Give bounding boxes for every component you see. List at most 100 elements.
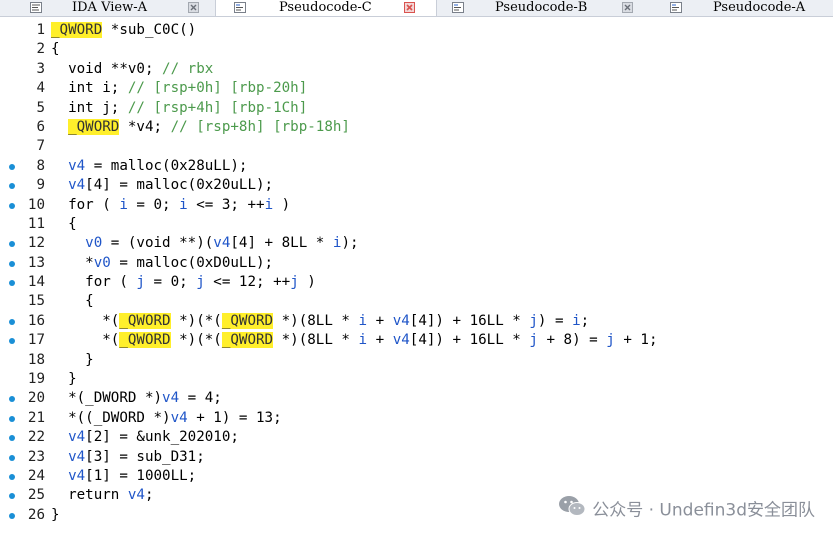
close-icon[interactable]: [622, 2, 633, 13]
code-highlight: _QWORD: [119, 312, 171, 329]
code-text: *(: [51, 312, 120, 329]
code-source[interactable]: {: [51, 40, 60, 59]
code-source[interactable]: v4[3] = sub_D31;: [51, 448, 205, 467]
code-source[interactable]: _QWORD *sub_C0C(): [51, 21, 196, 40]
code-line[interactable]: 1 _QWORD *sub_C0C(): [0, 21, 833, 40]
code-variable: v4: [51, 157, 86, 174]
code-source[interactable]: {: [51, 292, 94, 311]
code-line[interactable]: 8 v4 = malloc(0x28uLL);: [0, 157, 833, 176]
code-line[interactable]: 9 v4[4] = malloc(0x20uLL);: [0, 176, 833, 195]
code-line[interactable]: 16 *(_QWORD *)(*(_QWORD *)(8LL * i + v4[…: [0, 312, 833, 331]
line-number: 9: [36, 177, 45, 194]
code-text: [4]) + 16LL *: [409, 332, 530, 349]
code-text: ;: [580, 312, 590, 329]
tab-pseudocode-c[interactable]: Pseudocode-C: [215, 0, 437, 16]
line-number: 5: [36, 99, 45, 116]
code-line[interactable]: 21 *((_DWORD *)v4 + 1) = 13;: [0, 409, 833, 428]
code-variable: v4: [51, 429, 86, 446]
code-text: +: [367, 332, 393, 349]
disassembly-icon: [30, 2, 42, 13]
code-variable: v4: [51, 467, 86, 484]
code-line[interactable]: 24 v4[1] = 1000LL;: [0, 467, 833, 486]
code-text: {: [51, 215, 77, 232]
code-variable: v4: [213, 235, 231, 252]
code-line[interactable]: 15 {: [0, 292, 833, 311]
code-variable: v4: [51, 177, 86, 194]
code-text: [3] = sub_D31;: [85, 448, 205, 465]
code-source[interactable]: *(_QWORD *)(*(_QWORD *)(8LL * i + v4[4])…: [51, 312, 589, 331]
code-source[interactable]: for ( j = 0; j <= 12; ++j ): [51, 273, 316, 292]
code-text: + 1) = 13;: [187, 409, 282, 426]
pseudocode-icon: [234, 2, 246, 13]
code-line[interactable]: 5 int j; // [rsp+4h] [rbp-1Ch]: [0, 99, 833, 118]
pseudocode-icon: [452, 2, 464, 13]
code-text: void **v0;: [51, 60, 163, 77]
code-line[interactable]: 2{: [0, 40, 833, 59]
line-number: 17: [27, 332, 45, 349]
close-icon[interactable]: [188, 2, 199, 13]
code-source[interactable]: {: [51, 215, 77, 234]
code-source[interactable]: void **v0; // rbx: [51, 60, 213, 79]
code-line[interactable]: 10 for ( i = 0; i <= 3; ++i ): [0, 196, 833, 215]
code-line[interactable]: 20 *(_DWORD *)v4 = 4;: [0, 389, 833, 408]
code-source[interactable]: *((_DWORD *)v4 + 1) = 13;: [51, 409, 282, 428]
code-source[interactable]: *(_DWORD *)v4 = 4;: [51, 389, 222, 408]
code-line[interactable]: 6 _QWORD *v4; // [rsp+8h] [rbp-18h]: [0, 118, 833, 137]
code-source[interactable]: int j; // [rsp+4h] [rbp-1Ch]: [51, 99, 307, 118]
tab-pseudocode-b[interactable]: Pseudocode-B: [436, 0, 643, 16]
code-variable: j: [136, 274, 145, 291]
code-source[interactable]: v4 = malloc(0x28uLL);: [51, 157, 247, 176]
code-highlight: _QWORD: [51, 22, 103, 38]
line-number: 24: [27, 467, 45, 484]
close-icon[interactable]: [404, 2, 415, 13]
code-source[interactable]: }: [51, 506, 60, 525]
code-text: int j;: [51, 99, 128, 116]
code-source[interactable]: *v0 = malloc(0xD0uLL);: [51, 254, 273, 273]
tab-ida-view-a[interactable]: IDA View-A: [0, 0, 215, 16]
code-line[interactable]: 23 v4[3] = sub_D31;: [0, 448, 833, 467]
code-text: int i;: [51, 80, 128, 97]
code-line[interactable]: 11 {: [0, 215, 833, 234]
code-source[interactable]: _QWORD *v4; // [rsp+8h] [rbp-18h]: [51, 118, 350, 137]
code-line[interactable]: 17 *(_QWORD *)(*(_QWORD *)(8LL * i + v4[…: [0, 331, 833, 350]
code-text: {: [51, 41, 60, 58]
code-line[interactable]: 7: [0, 137, 833, 156]
code-text: *)(*(: [170, 332, 222, 349]
watermark-text: 公众号 · Undefin3d安全团队: [592, 500, 815, 521]
code-source[interactable]: int i; // [rsp+0h] [rbp-20h]: [51, 79, 307, 98]
code-text: );: [341, 235, 359, 252]
code-highlight: _QWORD: [221, 312, 274, 329]
code-source[interactable]: for ( i = 0; i <= 3; ++i ): [51, 196, 290, 215]
code-source[interactable]: return v4;: [51, 486, 153, 505]
code-line[interactable]: 3 void **v0; // rbx: [0, 60, 833, 79]
code-text: *(: [51, 332, 120, 349]
code-comment: // rbx: [162, 60, 214, 77]
code-line[interactable]: 13 *v0 = malloc(0xD0uLL);: [0, 254, 833, 273]
line-number: 11: [27, 215, 45, 232]
wechat-icon: [558, 495, 586, 526]
code-line[interactable]: 4 int i; // [rsp+0h] [rbp-20h]: [0, 79, 833, 98]
code-source[interactable]: }: [51, 370, 77, 389]
line-number: 21: [27, 409, 45, 426]
line-number: 7: [36, 138, 45, 155]
code-line[interactable]: 19 }: [0, 370, 833, 389]
line-number: 8: [36, 157, 45, 174]
code-comment: // [rsp+4h] [rbp-1Ch]: [127, 99, 308, 116]
code-source[interactable]: v4[4] = malloc(0x20uLL);: [51, 176, 273, 195]
code-source[interactable]: }: [51, 351, 94, 370]
code-source[interactable]: v0 = (void **)(v4[4] + 8LL * i);: [51, 234, 359, 253]
code-variable: v0: [51, 235, 103, 252]
code-text: + 8) =: [537, 332, 607, 349]
code-source[interactable]: *(_QWORD *)(*(_QWORD *)(8LL * i + v4[4])…: [51, 331, 658, 350]
code-line[interactable]: 14 for ( j = 0; j <= 12; ++j ): [0, 273, 833, 292]
line-number: 19: [27, 371, 45, 388]
tab-label: Pseudocode-A: [713, 0, 806, 15]
code-line[interactable]: 18 }: [0, 351, 833, 370]
code-line[interactable]: 22 v4[2] = &unk_202010;: [0, 428, 833, 447]
tab-pseudocode-a[interactable]: Pseudocode-A: [654, 0, 833, 16]
tab-label: Pseudocode-B: [495, 0, 588, 15]
code-source[interactable]: v4[2] = &unk_202010;: [51, 428, 239, 447]
pseudocode-editor[interactable]: 1 _QWORD *sub_C0C() 2{3 void **v0; // rbx 4…: [0, 21, 833, 525]
code-source[interactable]: v4[1] = 1000LL;: [51, 467, 196, 486]
code-line[interactable]: 12 v0 = (void **)(v4[4] + 8LL * i);: [0, 234, 833, 253]
